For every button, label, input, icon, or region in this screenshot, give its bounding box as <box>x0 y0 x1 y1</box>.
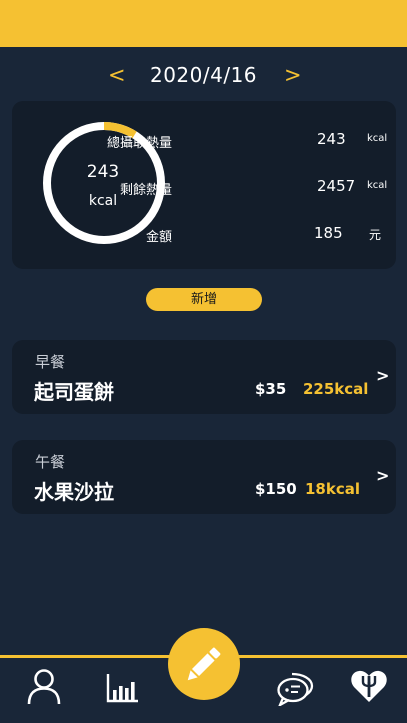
meal-name: 水果沙拉 <box>34 480 114 504</box>
profile-icon <box>27 669 61 705</box>
pencil-icon <box>187 647 221 681</box>
chat-icon <box>277 672 314 708</box>
stat-value: 185 <box>314 224 343 242</box>
add-meal-button[interactable]: 新增 <box>146 288 262 311</box>
stat-unit: kcal <box>367 180 388 191</box>
stat-amount: 金額 185 元 <box>12 222 396 246</box>
top-bar <box>0 0 407 47</box>
nav-chat[interactable] <box>276 670 316 708</box>
stat-total-intake: 總攝取熱量 243 kcal <box>12 128 396 152</box>
meal-type: 早餐 <box>35 353 66 371</box>
current-date: 2020/4/16 <box>149 63 258 87</box>
next-day-button[interactable]: > <box>284 62 302 88</box>
nav-diet[interactable] <box>350 668 388 704</box>
stat-label: 金額 <box>145 230 172 245</box>
daily-summary-card: 243 kcal 總攝取熱量 243 kcal 剩餘熱量 2457 kcal 金… <box>12 101 396 269</box>
meal-card-breakfast[interactable]: 早餐 起司蛋餅 $35 225kcal > <box>12 340 396 414</box>
date-navigator: < 2020/4/16 > <box>0 62 407 90</box>
meal-calories: 18kcal <box>305 480 361 498</box>
bar-chart-icon <box>106 674 138 703</box>
stat-unit: 元 <box>369 228 382 242</box>
nav-profile[interactable] <box>26 668 62 706</box>
edit-fab-button[interactable] <box>168 628 240 700</box>
stat-unit: kcal <box>367 133 388 144</box>
meal-type: 午餐 <box>35 453 66 471</box>
stat-label: 剩餘熱量 <box>119 183 172 198</box>
meal-calories: 225kcal <box>303 380 369 398</box>
nav-statistics[interactable] <box>106 672 140 704</box>
stat-remaining: 剩餘熱量 2457 kcal <box>12 175 396 199</box>
meal-name: 起司蛋餅 <box>34 380 114 404</box>
stat-label: 總攝取熱量 <box>106 136 172 151</box>
stat-value: 2457 <box>317 177 356 195</box>
meal-price: $35 <box>255 380 287 398</box>
stat-value: 243 <box>317 130 346 148</box>
meal-price: $150 <box>255 480 297 498</box>
meal-card-lunch[interactable]: 午餐 水果沙拉 $150 18kcal > <box>12 440 396 514</box>
chevron-right-icon[interactable]: > <box>376 466 389 485</box>
chevron-right-icon[interactable]: > <box>376 366 389 385</box>
heart-fork-icon <box>351 670 387 702</box>
